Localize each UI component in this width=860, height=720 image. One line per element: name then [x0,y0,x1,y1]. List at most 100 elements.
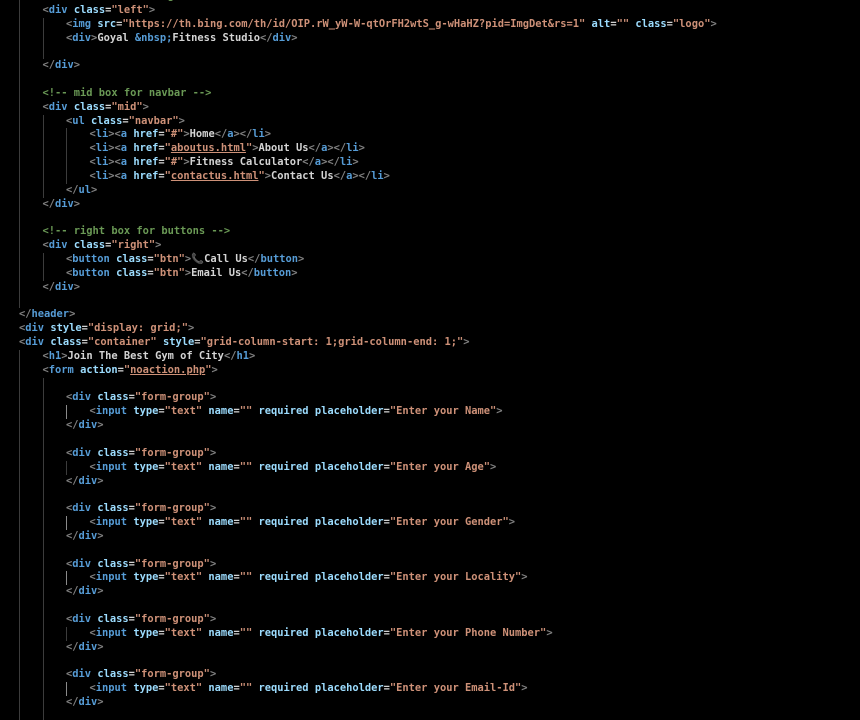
code-line[interactable]: <input type="text" name="" required plac… [0,682,860,697]
code-line[interactable]: <div class="form-group"> [0,446,860,461]
indent-guide [42,446,44,461]
code-line[interactable]: <div class="form-group"> [0,391,860,406]
attribute-value: "Enter your Gender" [389,516,509,529]
code-line[interactable]: <div>Goyal &nbsp;Fitness Studio</div> [0,31,860,46]
code-line[interactable] [0,377,860,392]
attribute-name: placeholder [314,682,384,695]
attribute-name: name [208,405,234,418]
attribute-name: class [97,612,129,625]
code-line[interactable]: <ul class="navbar"> [0,114,860,129]
attribute-name: href [133,156,159,169]
code-line[interactable]: <form action="noaction.php"> [0,363,860,378]
indent-guide [42,529,44,544]
attribute-name: type [133,460,159,473]
code-line[interactable]: <div class="mid"> [0,100,860,115]
code-line[interactable]: <li><a href="aboutus.html">About Us</a><… [0,142,860,157]
code-line[interactable]: <div class="form-group"> [0,557,860,572]
code-line[interactable] [0,294,860,309]
indent-guide [66,128,67,143]
code-line[interactable] [0,433,860,447]
code-line[interactable]: </div> [0,419,860,433]
code-line[interactable] [0,709,860,720]
attribute-value: "Enter your Email-Id" [389,682,522,695]
code-line[interactable]: <button class="btn">📞Call Us</button> [0,253,860,267]
code-line[interactable]: </ul> [0,183,860,198]
code-line[interactable]: <div class="left"> [0,3,860,18]
code-line[interactable]: <input type="text" name="" required plac… [0,626,860,641]
code-editor[interactable]: <!-- Left box for logo --> <div class="le… [0,0,860,720]
code-line[interactable]: <li><a href="contactus.html">Contact Us<… [0,169,860,184]
attribute-value: "Enter your Name" [389,405,497,418]
text-content: Join The Best Gym of City [67,349,224,362]
code-line[interactable]: </div> [0,529,860,544]
code-line[interactable]: <button class="btn">Email Us</button> [0,266,860,281]
indent-guide [19,391,20,406]
code-line[interactable]: <div class="form-group"> [0,668,860,683]
punctuation: </ [19,308,32,321]
code-line[interactable]: </div> [0,640,860,655]
attribute-name: href [133,169,159,182]
code-line[interactable]: </header> [0,308,860,322]
code-line[interactable]: </div> [0,197,860,212]
code-line[interactable]: <div style="display: grid;"> [0,322,860,336]
code-text: <input type="text" name="" required plac… [90,627,553,641]
tag-name: div [272,31,292,44]
code-text: <input type="text" name="" required plac… [90,405,503,419]
tag-name: div [78,640,98,653]
code-line[interactable]: </div> [0,59,860,74]
indent-guide [66,571,67,586]
code-line[interactable]: <img src="https://th.bing.com/th/id/OIP.… [0,17,860,32]
code-line[interactable]: <div class="container" style="grid-colum… [0,336,860,350]
code-line[interactable]: <div class="form-group"> [0,502,860,517]
code-line[interactable] [0,45,860,60]
indent-guide [42,45,44,60]
attribute-name: required [258,626,309,639]
code-line[interactable]: <input type="text" name="" required plac… [0,460,860,475]
attribute-name: name [208,682,234,695]
punctuation: > [209,446,217,459]
indent-guide [19,59,20,74]
indent-guide [42,114,44,129]
code-line[interactable]: </div> [0,696,860,710]
tag-name: div [55,59,74,72]
code-line[interactable] [0,654,860,669]
punctuation: > [521,571,528,584]
code-line[interactable]: </div> [0,474,860,489]
indent-guide [19,460,20,475]
punctuation: > [97,585,104,598]
attribute-name: required [258,405,309,418]
code-line[interactable]: <!-- mid box for navbar --> [0,86,860,101]
attribute-name: name [208,626,234,639]
code-line[interactable]: <!-- right box for buttons --> [0,225,860,240]
code-line[interactable]: </div> [0,585,860,600]
code-line[interactable]: <input type="text" name="" required plac… [0,571,860,586]
code-line[interactable]: <h1>Join The Best Gym of City</h1> [0,349,860,364]
punctuation: > [97,696,104,709]
code-line[interactable]: <input type="text" name="" required plac… [0,405,860,420]
tag-name: div [55,197,74,210]
link-value: noaction.php [130,363,206,376]
code-line[interactable]: <input type="text" name="" required plac… [0,516,860,530]
code-line[interactable] [0,73,860,87]
indent-guide [19,529,20,544]
code-line[interactable]: </div> [0,280,860,295]
code-line[interactable]: <li><a href="#">Home</a></li> [0,128,860,143]
code-line[interactable]: <div class="right"> [0,239,860,254]
indent-guide [19,253,20,267]
punctuation: > [209,557,217,570]
code-line[interactable] [0,543,860,558]
indent-guide [19,3,20,18]
code-line[interactable] [0,211,860,226]
punctuation: > [496,405,503,418]
code-line[interactable]: <li><a href="#">Fitness Calculator</a></… [0,156,860,170]
code-text: <div class="container" style="grid-colum… [19,336,470,350]
indent-guide [66,142,67,157]
indent-guide [19,433,20,447]
code-lines[interactable]: <!-- Left box for logo --> <div class="le… [0,0,860,720]
code-line[interactable]: <div class="form-group"> [0,612,860,627]
indent-guide [42,654,44,669]
code-line[interactable] [0,488,860,503]
code-text: </div> [66,641,104,655]
indent-guide [19,211,20,226]
code-line[interactable] [0,599,860,613]
